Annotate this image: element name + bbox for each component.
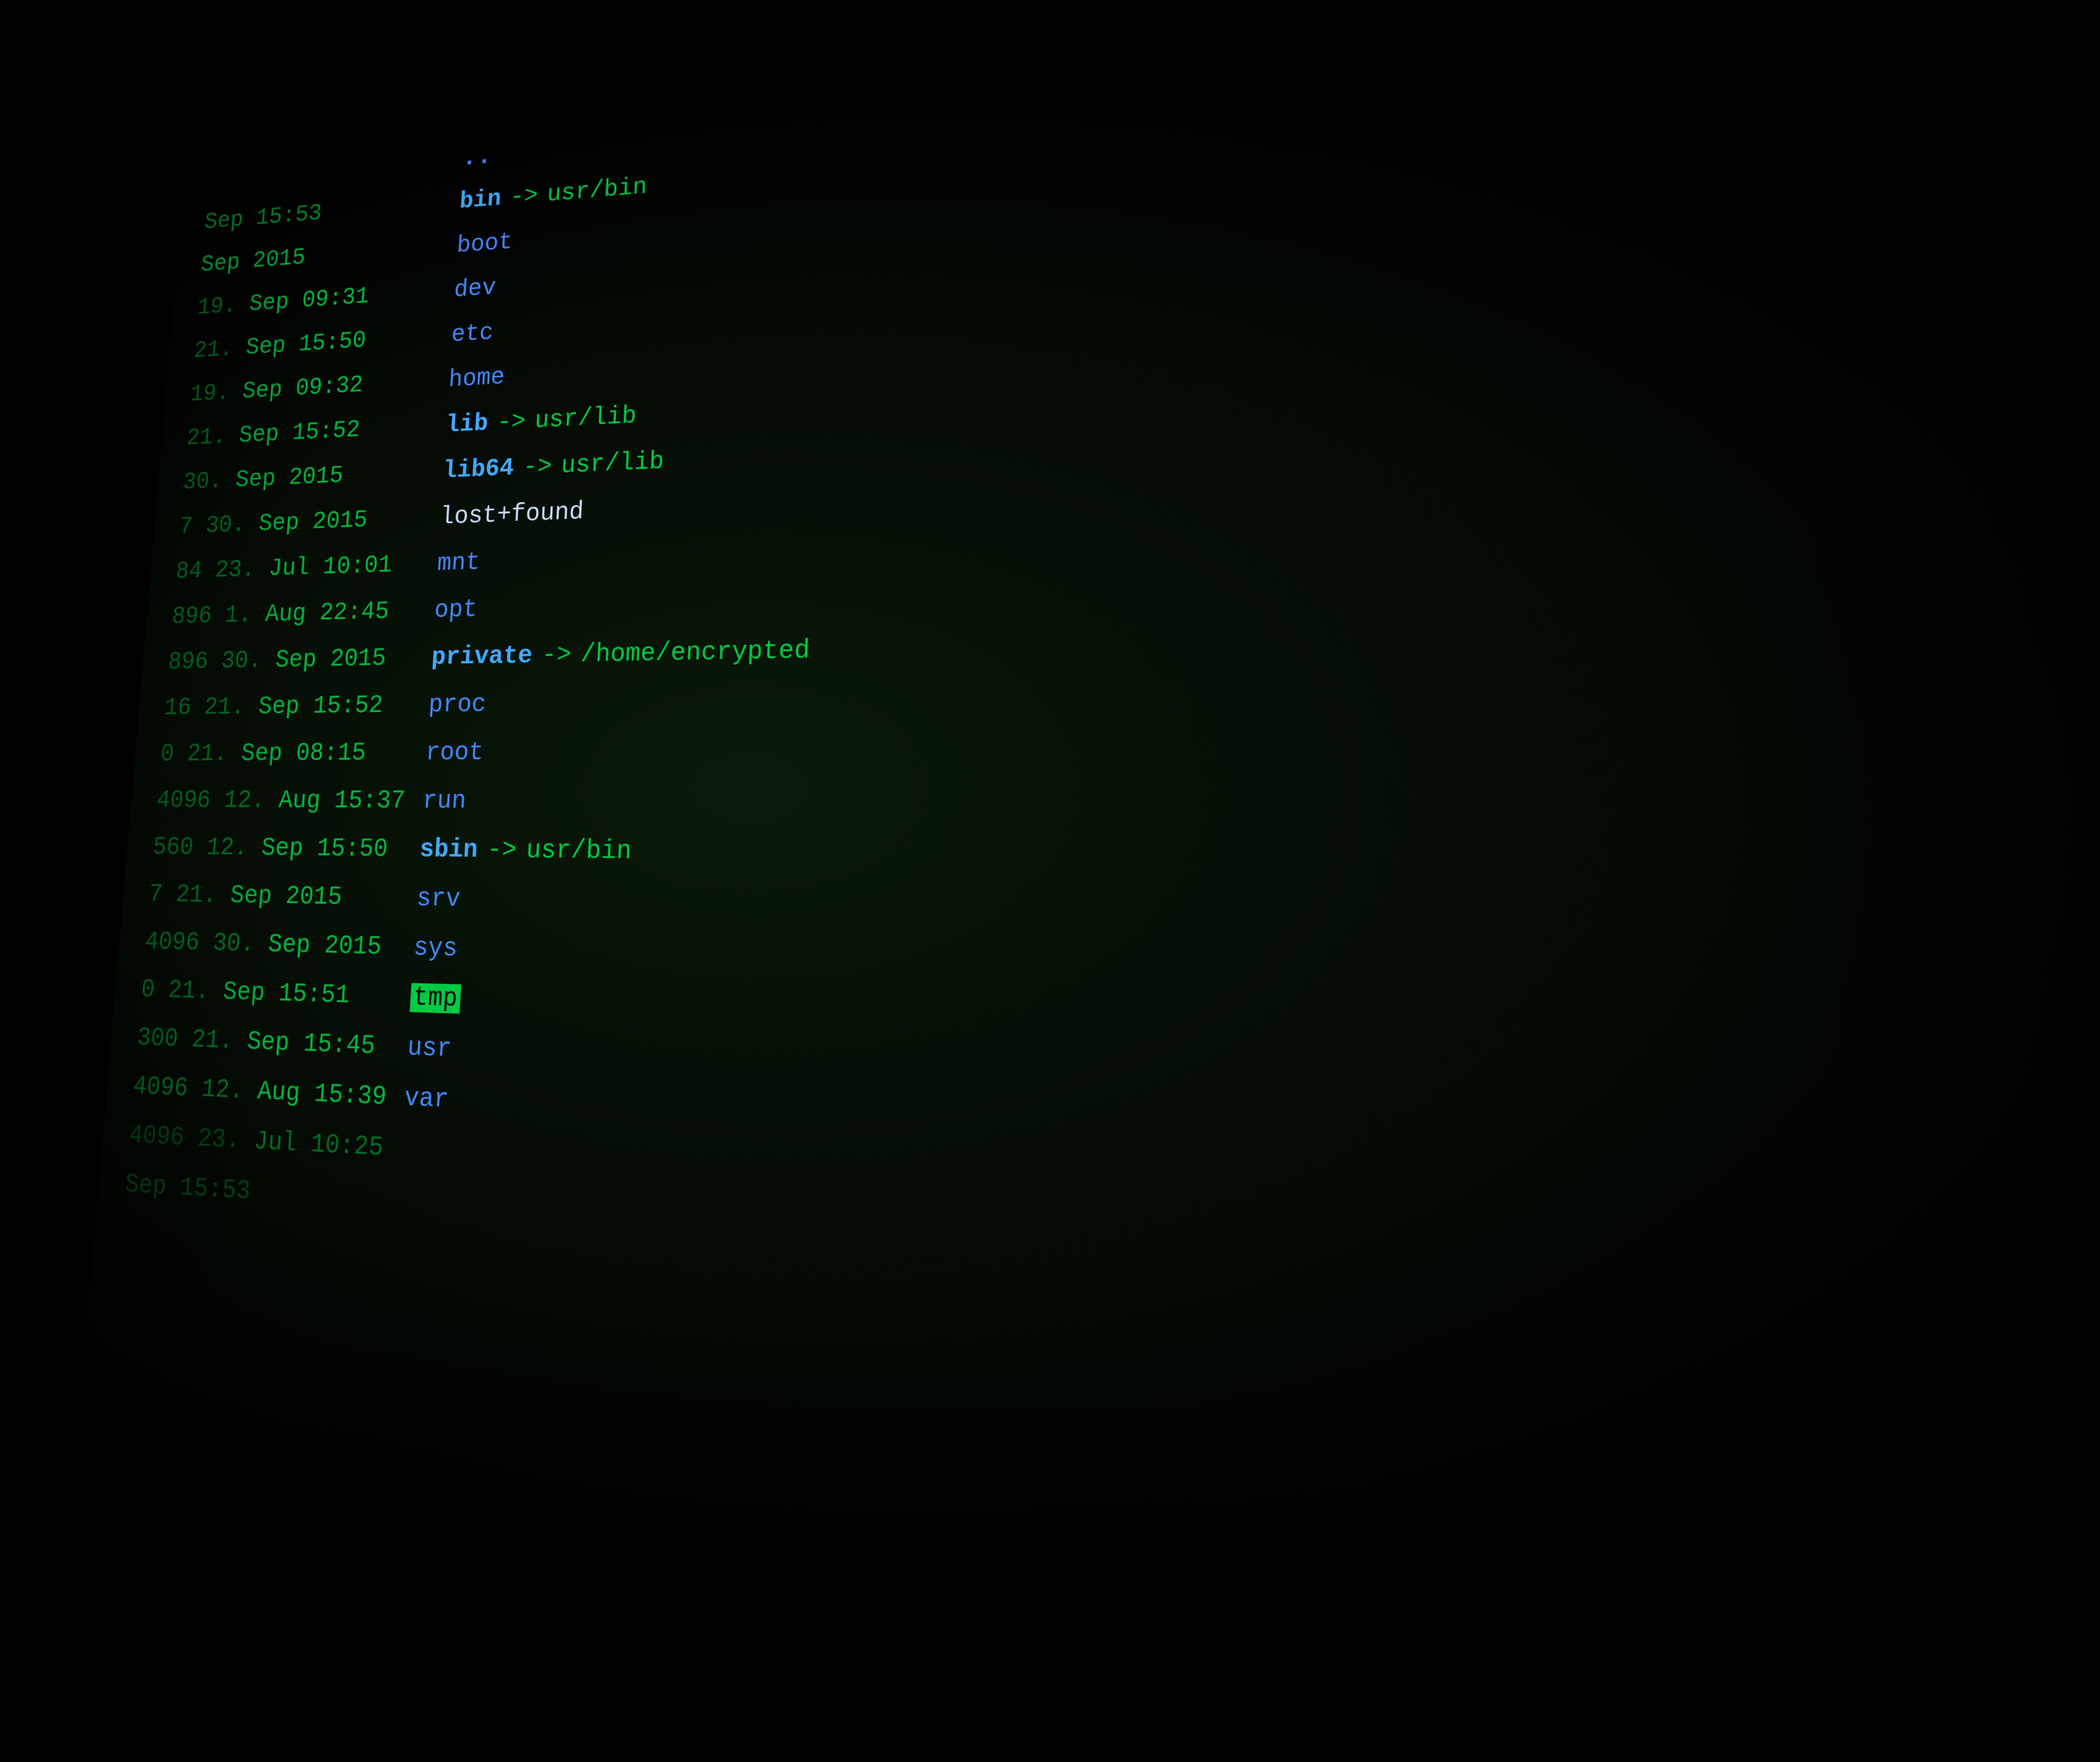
dir-name-boot: boot xyxy=(456,230,513,258)
dir-name-lib64: lib64 xyxy=(442,455,515,483)
directory-listing: .. bin -> usr/bin boot dev etc h xyxy=(349,0,2100,1728)
dir-name-root: root xyxy=(425,740,484,766)
arrow-lib: -> xyxy=(497,409,526,435)
dir-name-srv: srv xyxy=(416,885,461,913)
timestamp-row: 0 21. Sep 08:15 xyxy=(159,729,399,778)
timestamp-row: 16 21. Sep 15:52 xyxy=(162,682,403,731)
link-target-sbin: usr/bin xyxy=(526,837,632,865)
dir-name-run: run xyxy=(422,788,467,814)
dir-name-etc: etc xyxy=(451,320,494,347)
dir-name-lost-found: lost+found xyxy=(440,499,584,530)
dir-name-usr: usr xyxy=(407,1034,452,1063)
link-target-lib: usr/lib xyxy=(534,403,637,434)
dir-name-home: home xyxy=(448,364,505,392)
arrow-bin: -> xyxy=(509,183,538,210)
dir-name-var: var xyxy=(403,1084,449,1114)
timestamp-row: 7 30. Sep 2015 xyxy=(178,496,415,550)
timestamp-row: 0 21. Sep 15:51 xyxy=(139,966,385,1022)
timestamp-row: 84 23. Jul 10:01 xyxy=(174,542,412,594)
dir-name-mnt: mnt xyxy=(436,550,480,577)
dir-entry-run: run xyxy=(421,774,2100,835)
dir-name-dotdot: .. xyxy=(461,143,493,171)
link-target-lib64: usr/lib xyxy=(560,449,665,479)
dir-name-sbin: sbin xyxy=(419,836,478,863)
dir-name-sys: sys xyxy=(413,935,458,962)
dir-name-opt: opt xyxy=(433,596,478,623)
timestamp-row: 896 30. Sep 2015 xyxy=(166,634,406,685)
dir-name-dev: dev xyxy=(453,275,497,302)
dir-name-lib: lib xyxy=(445,411,489,438)
timestamp-row: 560 12. Sep 15:50 xyxy=(151,824,393,874)
arrow-lib64: -> xyxy=(522,454,553,480)
dir-name-bin: bin xyxy=(459,187,502,214)
arrow-private: -> xyxy=(541,642,572,668)
terminal-screen: Sep 15:53 Sep 2015 19. Sep 09:31 21. Sep… xyxy=(70,0,2100,1762)
link-target-bin: usr/bin xyxy=(547,174,648,207)
link-target-private: /home/encrypted xyxy=(580,637,810,668)
timestamp-row: 4096 12. Aug 15:37 xyxy=(155,777,397,825)
timestamp-row: 7 21. Sep 2015 xyxy=(147,871,391,922)
timestamp-row: 896 1. Aug 22:45 xyxy=(170,588,409,639)
timestamp-row: 4096 30. Sep 2015 xyxy=(143,918,387,972)
dir-name-private: private xyxy=(431,643,533,670)
content-wrapper: Sep 15:53 Sep 2015 19. Sep 09:31 21. Sep… xyxy=(70,0,2100,1762)
dir-name-proc: proc xyxy=(428,691,487,718)
arrow-sbin: -> xyxy=(486,837,517,864)
dir-name-tmp: tmp xyxy=(410,983,461,1014)
